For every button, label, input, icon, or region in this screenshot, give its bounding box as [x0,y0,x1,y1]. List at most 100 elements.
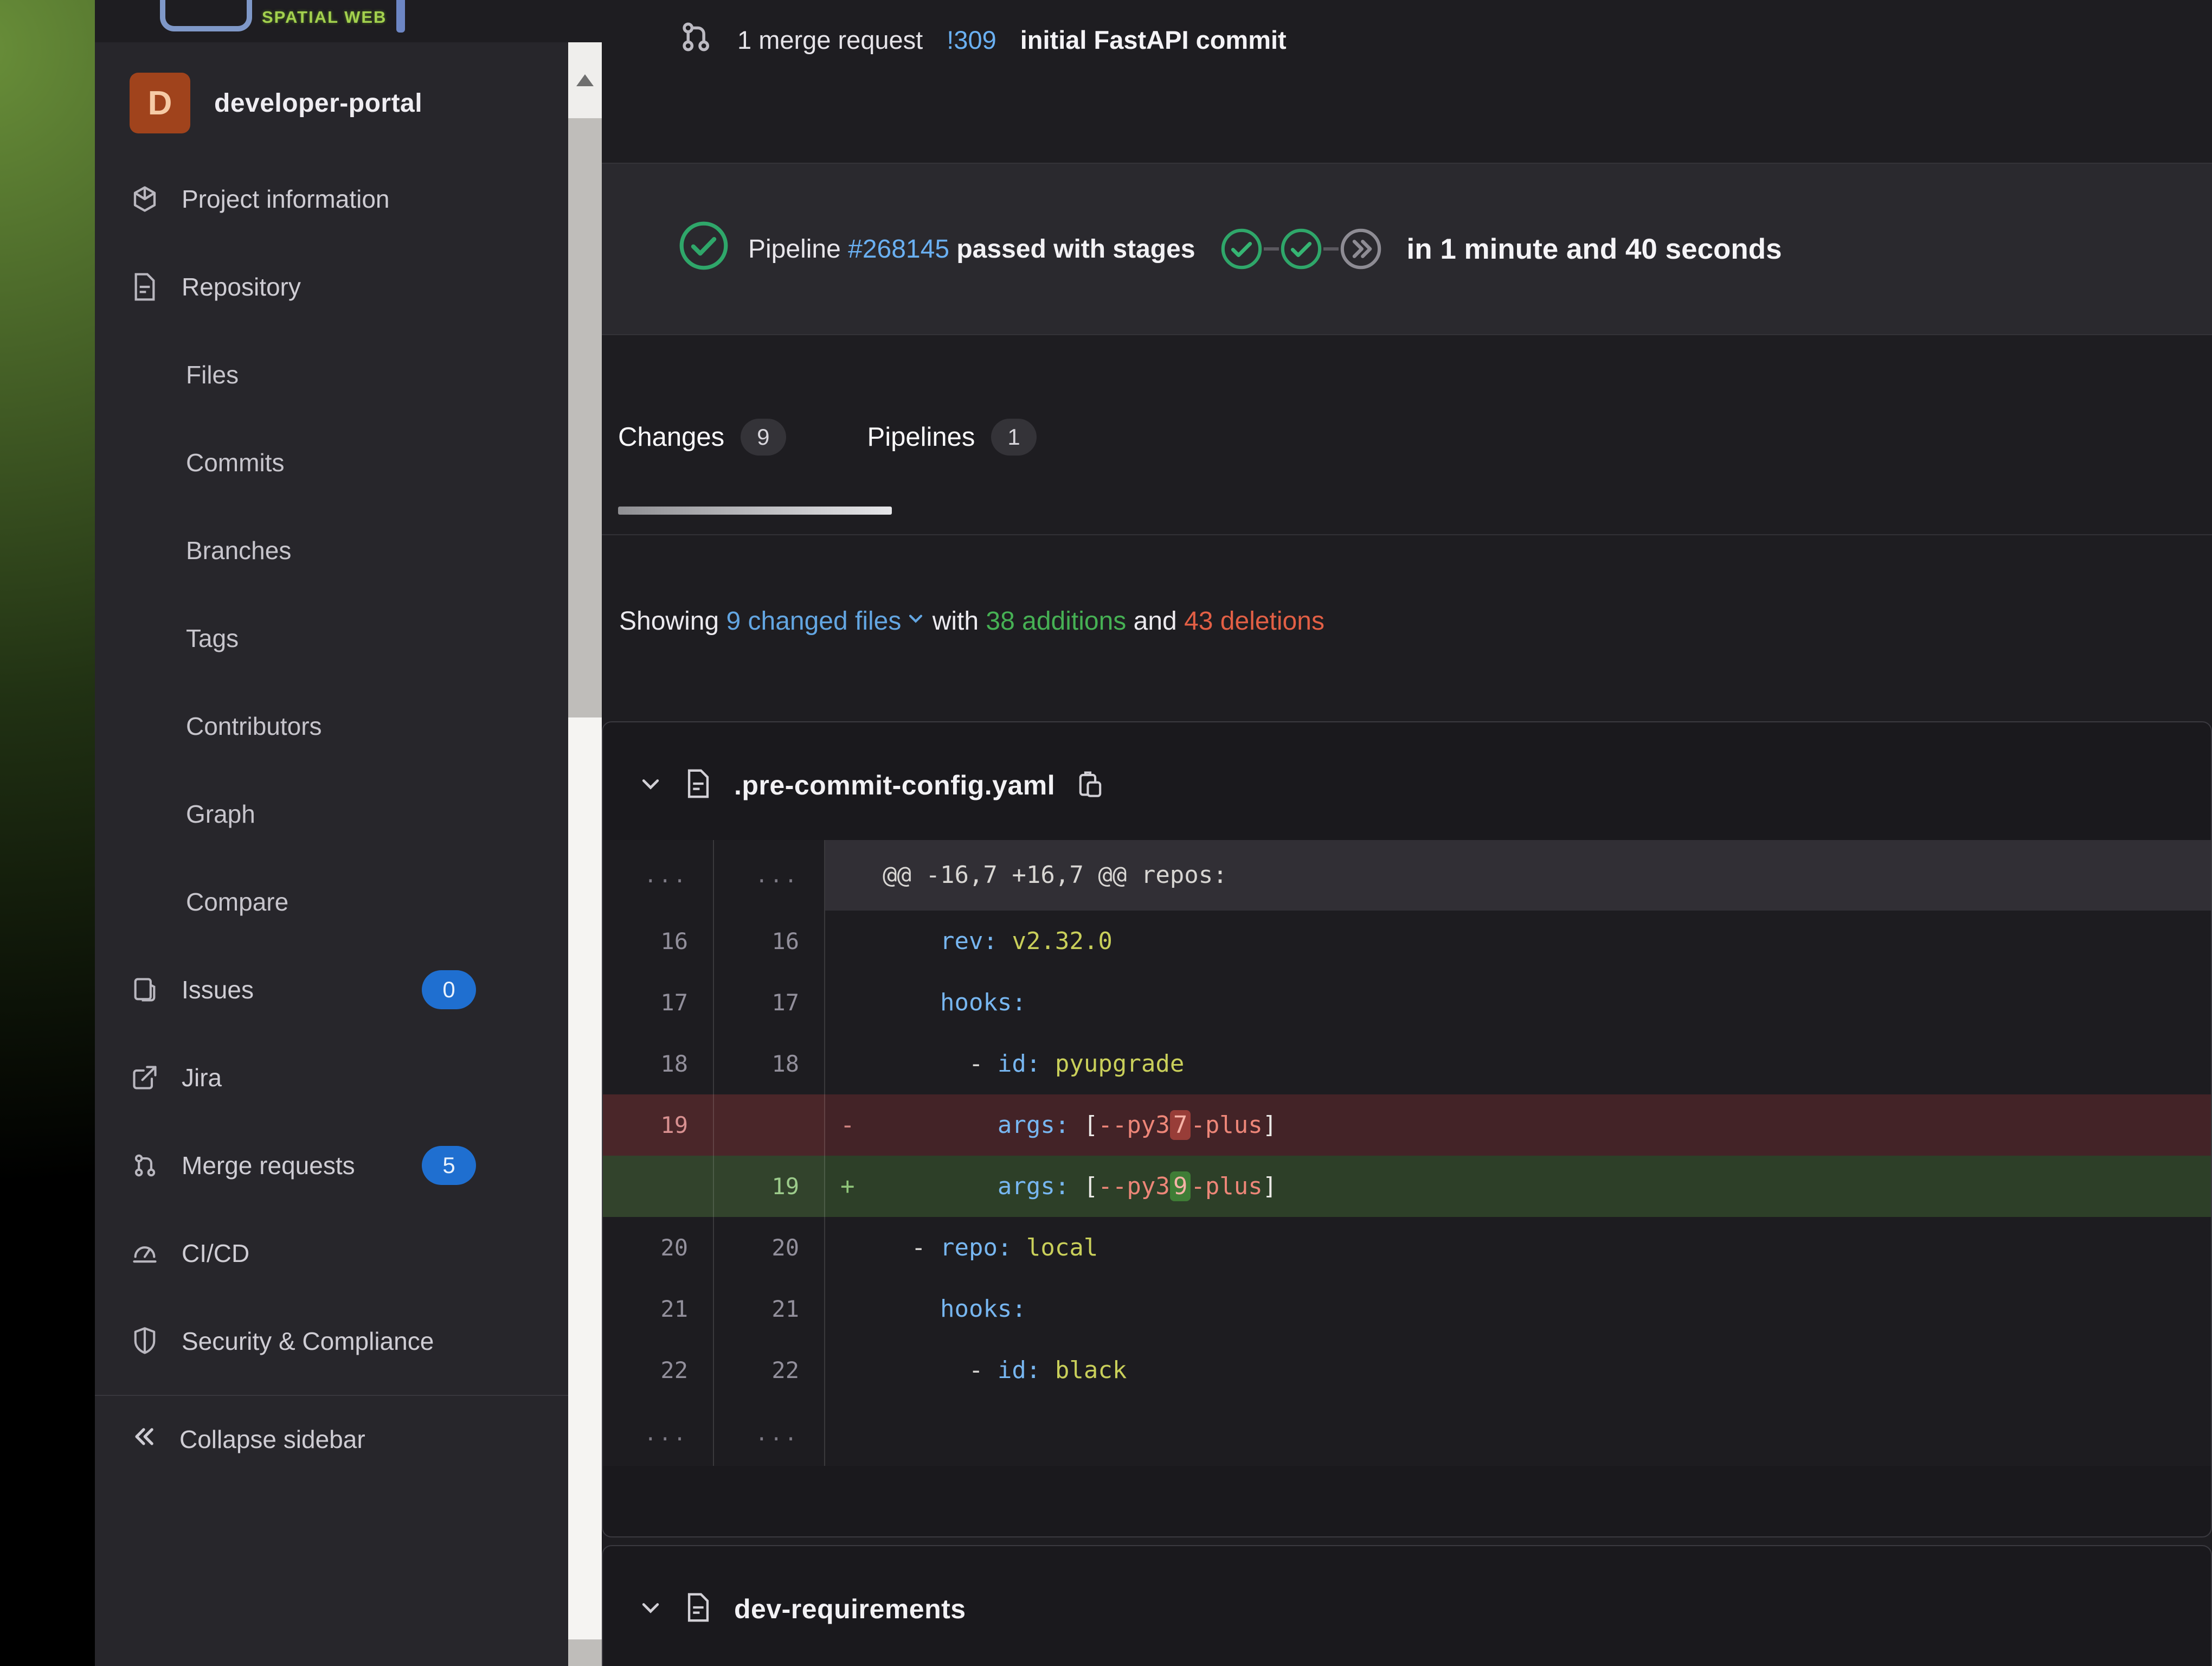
line-number-new[interactable]: 20 [714,1217,825,1278]
collapse-file-chevron-icon[interactable] [639,772,663,798]
sidebar-item-label: Repository [182,273,301,301]
diff-code-line: - id: pyupgrade [825,1033,2211,1094]
chevron-down-icon [906,604,925,634]
tab-changes-count: 9 [741,419,786,456]
code-token: -plus [1191,1111,1263,1139]
merge-request-icon [130,1150,160,1181]
line-number-new[interactable]: 16 [714,911,825,972]
brand-logo-mark [160,0,252,31]
sidebar-item-issues[interactable]: Issues 0 [95,946,602,1034]
sidebar-item-security-compliance[interactable]: Security & Compliance [95,1297,602,1385]
line-number-old[interactable]: 19 [603,1094,714,1156]
sidebar-item-label: Issues [182,976,254,1004]
file-header-2[interactable]: dev-requirements [603,1546,2211,1664]
sidebar-item-contributors[interactable]: Contributors [95,682,602,770]
sidebar-item-ci-cd[interactable]: CI/CD [95,1209,602,1297]
diff-code-line [825,1401,2211,1466]
line-number-old[interactable]: 17 [603,972,714,1033]
line-number-new[interactable]: ... [714,1401,825,1466]
pipeline-id-link[interactable]: #268145 [848,235,949,264]
line-number-new[interactable]: 18 [714,1033,825,1094]
file-name: .pre-commit-config.yaml [734,770,1056,800]
pipeline-stages [1219,227,1383,271]
diff-row-context: 22 22 - id: black [603,1340,2211,1401]
pipeline-passed-icon [678,220,730,278]
tab-pipelines[interactable]: Pipelines 1 [867,419,1037,456]
photo-background [0,0,95,1666]
project-name: developer-portal [214,88,423,118]
line-number-old[interactable] [603,1156,714,1217]
code-token: - [883,1050,998,1078]
sidebar-item-label: Compare [186,888,289,916]
sidebar-item-jira[interactable]: Jira [95,1034,602,1122]
sidebar-item-merge-requests[interactable]: Merge requests 5 [95,1122,602,1209]
line-number-new[interactable] [714,1094,825,1156]
stage-passed-icon[interactable] [1279,227,1323,271]
sidebar-item-files[interactable]: Files [95,331,602,419]
line-number-old[interactable]: 22 [603,1340,714,1401]
diff-code-line: - repo: local [825,1217,2211,1278]
line-number-new[interactable]: 19 [714,1156,825,1217]
summary-prefix: Showing [619,607,719,636]
pipeline-duration: in 1 minute and 40 seconds [1406,233,1782,265]
diff-marker [840,840,883,911]
line-number-new[interactable]: ... [714,840,825,911]
pipeline-status-bar: Pipeline #268145 passed with stages in 1… [602,163,2212,335]
mr-ref-link[interactable]: !309 [947,25,996,55]
sidebar-item-branches[interactable]: Branches [95,507,602,594]
line-number-new[interactable]: 17 [714,972,825,1033]
scrollbar-up-button[interactable] [568,42,602,118]
diff-row-context: 16 16 rev: v2.32.0 [603,911,2211,972]
scrollbar-thumb[interactable] [568,717,602,1639]
line-number-new[interactable]: 22 [714,1340,825,1401]
external-link-icon [130,1062,160,1093]
tab-pipelines-count: 1 [991,419,1037,456]
sidebar-item-graph[interactable]: Graph [95,770,602,858]
line-number-old[interactable]: 20 [603,1217,714,1278]
sidebar-item-tags[interactable]: Tags [95,594,602,682]
sidebar-item-project-information[interactable]: Project information [95,155,602,243]
sidebar-item-commits[interactable]: Commits [95,419,602,507]
line-number-old[interactable]: ... [603,1401,714,1466]
diff-row-hunk: ...... @@ -16,7 +16,7 @@ repos: [603,840,2211,911]
file-header[interactable]: .pre-commit-config.yaml [603,722,2211,840]
line-number-old[interactable]: 21 [603,1278,714,1340]
collapse-file-chevron-icon[interactable] [639,1595,663,1622]
stage-connector [1323,247,1339,251]
line-number-old[interactable]: 18 [603,1033,714,1094]
changed-files-dropdown[interactable]: 9 changed files [726,607,925,636]
copy-path-icon[interactable] [1077,768,1104,802]
collapse-icon [130,1422,158,1457]
tab-changes[interactable]: Changes 9 [618,419,786,456]
diff-code-line: @@ -16,7 +16,7 @@ repos: [825,840,2211,911]
code-token: @@ -16,7 +16,7 @@ repos: [883,861,1227,889]
line-number-new[interactable]: 21 [714,1278,825,1340]
diff-code-line: hooks: [825,972,2211,1033]
sidebar-nav: Project information Repository Files Commit… [95,155,602,1385]
stage-passed-icon[interactable] [1219,227,1264,271]
sidebar-project[interactable]: D developer-portal [95,42,602,155]
tab-changes-label: Changes [618,422,725,452]
code-token: 7 [1169,1110,1191,1140]
diff-row-context: 18 18 - id: pyupgrade [603,1033,2211,1094]
additions-count: 38 additions [986,607,1127,636]
tab-pipelines-label: Pipelines [867,422,975,452]
sidebar-item-compare[interactable]: Compare [95,858,602,946]
stage-skipped-icon[interactable] [1339,227,1383,271]
code-token: hooks: [940,1295,1026,1323]
sidebar-item-repository[interactable]: Repository [95,243,602,331]
shield-icon [130,1326,160,1356]
line-number-old[interactable]: 16 [603,911,714,972]
diff-marker [840,1278,883,1340]
sidebar-item-collapse[interactable]: Collapse sidebar [95,1395,602,1483]
diff-marker [840,1401,883,1466]
brand-logo-bar [396,0,406,33]
mr-tabs: Changes 9 Pipelines 1 [618,419,1037,456]
line-number-old[interactable]: ... [603,840,714,911]
